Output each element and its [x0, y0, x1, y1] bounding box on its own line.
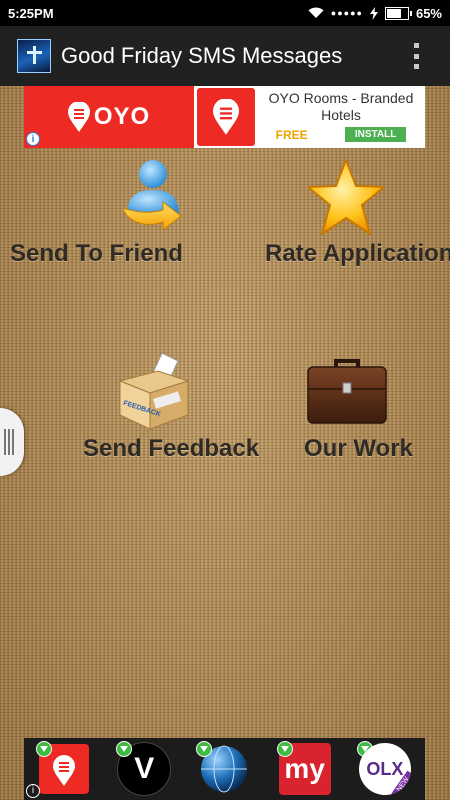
send-to-friend-button[interactable]: Send To Friend: [0, 150, 200, 280]
our-work-label: Our Work: [304, 435, 413, 462]
app-bar: Good Friday SMS Messages: [0, 26, 450, 86]
rate-application-button[interactable]: Rate Application: [260, 150, 450, 280]
send-to-friend-label: Send To Friend: [10, 240, 183, 267]
rate-application-label: Rate Application: [265, 240, 450, 267]
app-title: Good Friday SMS Messages: [61, 43, 343, 68]
my-app-text: my: [284, 753, 325, 784]
status-time: 5:25PM: [8, 5, 54, 21]
ad-price: FREE: [275, 127, 308, 142]
ad-app-logo: [197, 88, 255, 146]
bottom-ad-info-icon[interactable]: i: [26, 784, 40, 798]
olx-app-tile[interactable]: OLX NEW: [356, 741, 413, 797]
ad-text-block: OYO Rooms - Branded Hotels FREE INSTALL: [257, 86, 425, 148]
ad-info-icon[interactable]: i: [26, 132, 40, 146]
charging-icon: [369, 6, 378, 20]
status-bar: 5:25PM ●●●●● 65%: [0, 0, 450, 26]
signal-icon: ●●●●●: [330, 8, 363, 18]
send-feedback-button[interactable]: FEEDBACK Send Feedback: [80, 345, 260, 475]
v-app-letter: V: [134, 752, 155, 785]
v-app-tile[interactable]: V: [116, 741, 172, 797]
ad-install-button[interactable]: INSTALL: [344, 127, 407, 142]
olx-app-icon: OLX NEW: [358, 743, 411, 795]
oyo-logo-icon: [213, 99, 239, 135]
battery-percent: 65%: [415, 5, 442, 21]
ad-title: OYO Rooms - Branded Hotels: [268, 90, 414, 123]
app-cross-icon: [17, 39, 51, 73]
globe-app-tile[interactable]: [196, 741, 252, 797]
briefcase-icon: [307, 359, 387, 424]
battery-icon: [384, 6, 412, 20]
ad-brand-panel: OYO i: [24, 86, 194, 148]
ad-brand-text: OYO: [93, 103, 151, 130]
download-badge-icon: [36, 741, 53, 757]
send-feedback-label: Send Feedback: [83, 435, 260, 462]
bottom-apps-ad[interactable]: V my OLX NEW i: [24, 738, 425, 800]
top-banner-ad[interactable]: OYO i OYO Rooms - Branded Hotels FREE IN…: [24, 86, 425, 148]
oyo-app-tile[interactable]: [36, 741, 92, 797]
oyo-pin-icon: [67, 102, 90, 132]
my-app-tile[interactable]: my: [276, 741, 333, 797]
wifi-icon: [308, 7, 324, 18]
olx-app-text: OLX: [366, 758, 404, 779]
send-to-friend-icon: [122, 160, 182, 232]
download-badge-icon: [276, 741, 293, 757]
feedback-box-icon: FEEDBACK: [118, 352, 190, 430]
overflow-menu-icon[interactable]: [414, 43, 420, 69]
star-icon: [307, 159, 385, 235]
our-work-button[interactable]: Our Work: [300, 345, 420, 475]
